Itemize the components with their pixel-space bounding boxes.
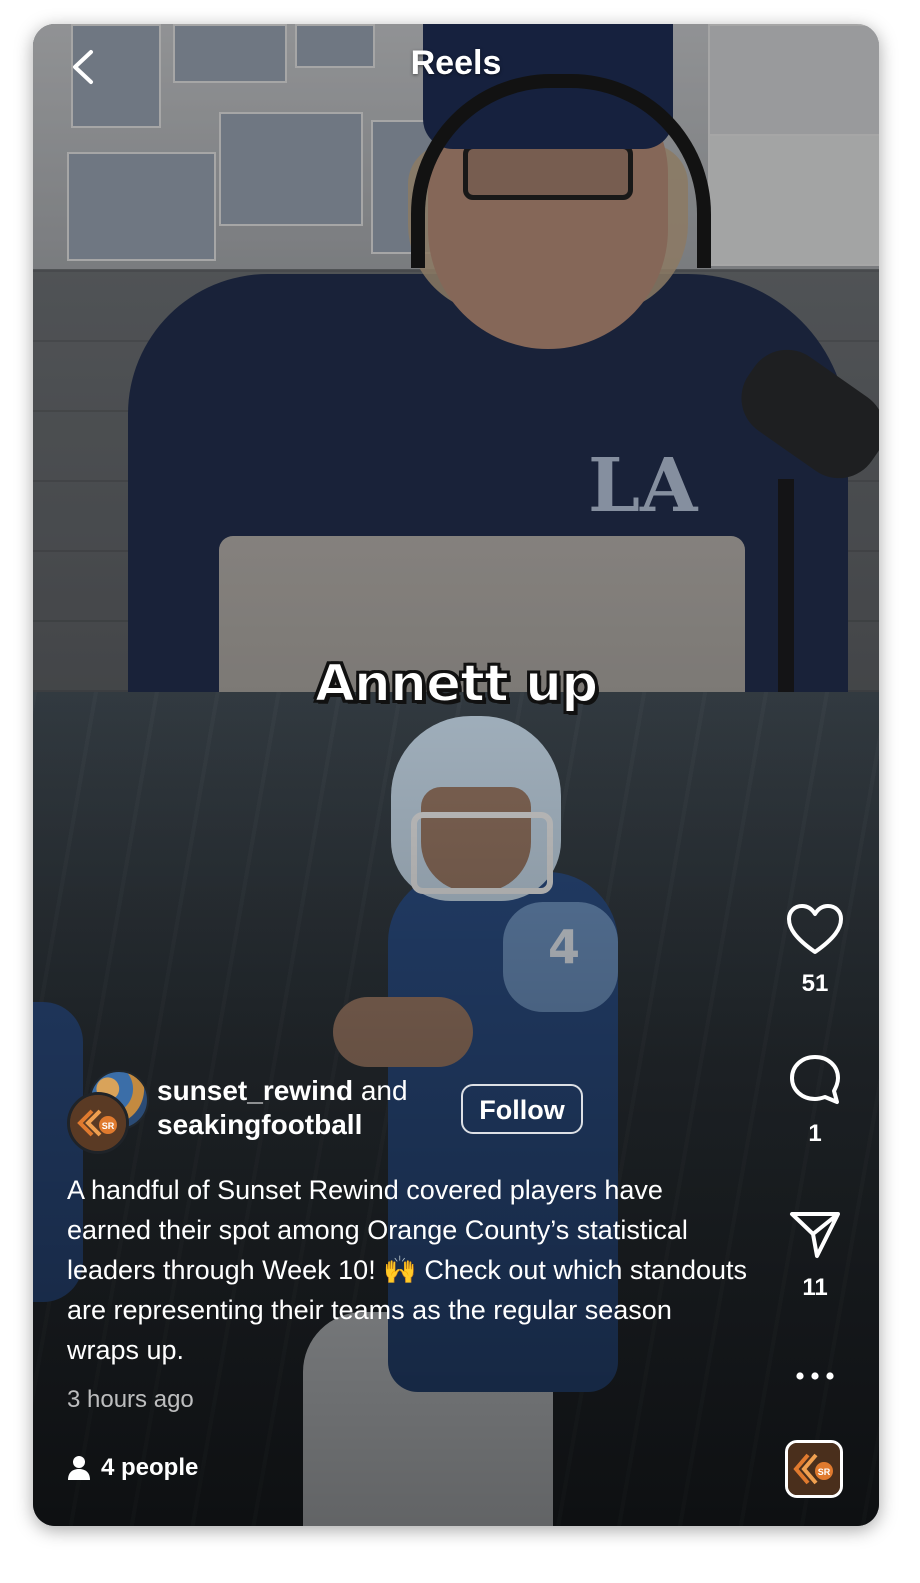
person-icon — [68, 1456, 90, 1480]
like-action: 51 — [775, 902, 855, 998]
video-dim-overlay — [33, 24, 879, 692]
audio-track-button[interactable]: SR — [785, 1440, 843, 1498]
tagged-people-button[interactable]: 4 people — [67, 1454, 198, 1482]
video-top-frame[interactable]: LA — [33, 24, 879, 692]
audio-thumbnail-icon: SR — [788, 1443, 840, 1495]
post-caption[interactable]: A handful of Sunset Rewind covered playe… — [67, 1170, 747, 1370]
reel-screen: LA 4 Reels Annett up 51 — [33, 24, 879, 1526]
avatar-sunset-rewind[interactable]: SR — [67, 1092, 129, 1154]
follow-button[interactable]: Follow — [461, 1084, 583, 1134]
page-title: Reels — [410, 44, 502, 82]
comment-bubble-icon[interactable] — [787, 1052, 843, 1108]
svg-text:SR: SR — [102, 1121, 115, 1131]
svg-text:SR: SR — [818, 1467, 831, 1477]
video-caption-overlay: Annett up — [314, 653, 600, 715]
author-primary-link[interactable]: sunset_rewind — [157, 1075, 353, 1106]
tagged-people-label: 4 people — [101, 1454, 199, 1481]
author-secondary-link[interactable]: seakingfootball — [157, 1109, 362, 1140]
back-button[interactable] — [61, 42, 111, 92]
chevron-left-icon — [73, 50, 93, 84]
comment-action: 1 — [775, 1052, 855, 1148]
more-action — [775, 1364, 855, 1388]
share-action: 11 — [775, 1206, 855, 1302]
send-icon[interactable] — [787, 1206, 843, 1262]
like-count: 51 — [801, 970, 829, 997]
post-timestamp: 3 hours ago — [67, 1386, 194, 1413]
sunset-rewind-logo-icon: SR — [70, 1095, 126, 1151]
author-names: sunset_rewind and seakingfootball — [157, 1074, 408, 1142]
share-count: 11 — [802, 1274, 828, 1301]
more-horizontal-icon[interactable] — [790, 1364, 840, 1388]
author-connector: and — [360, 1075, 408, 1106]
comment-count: 1 — [808, 1120, 822, 1147]
heart-icon[interactable] — [785, 902, 845, 958]
